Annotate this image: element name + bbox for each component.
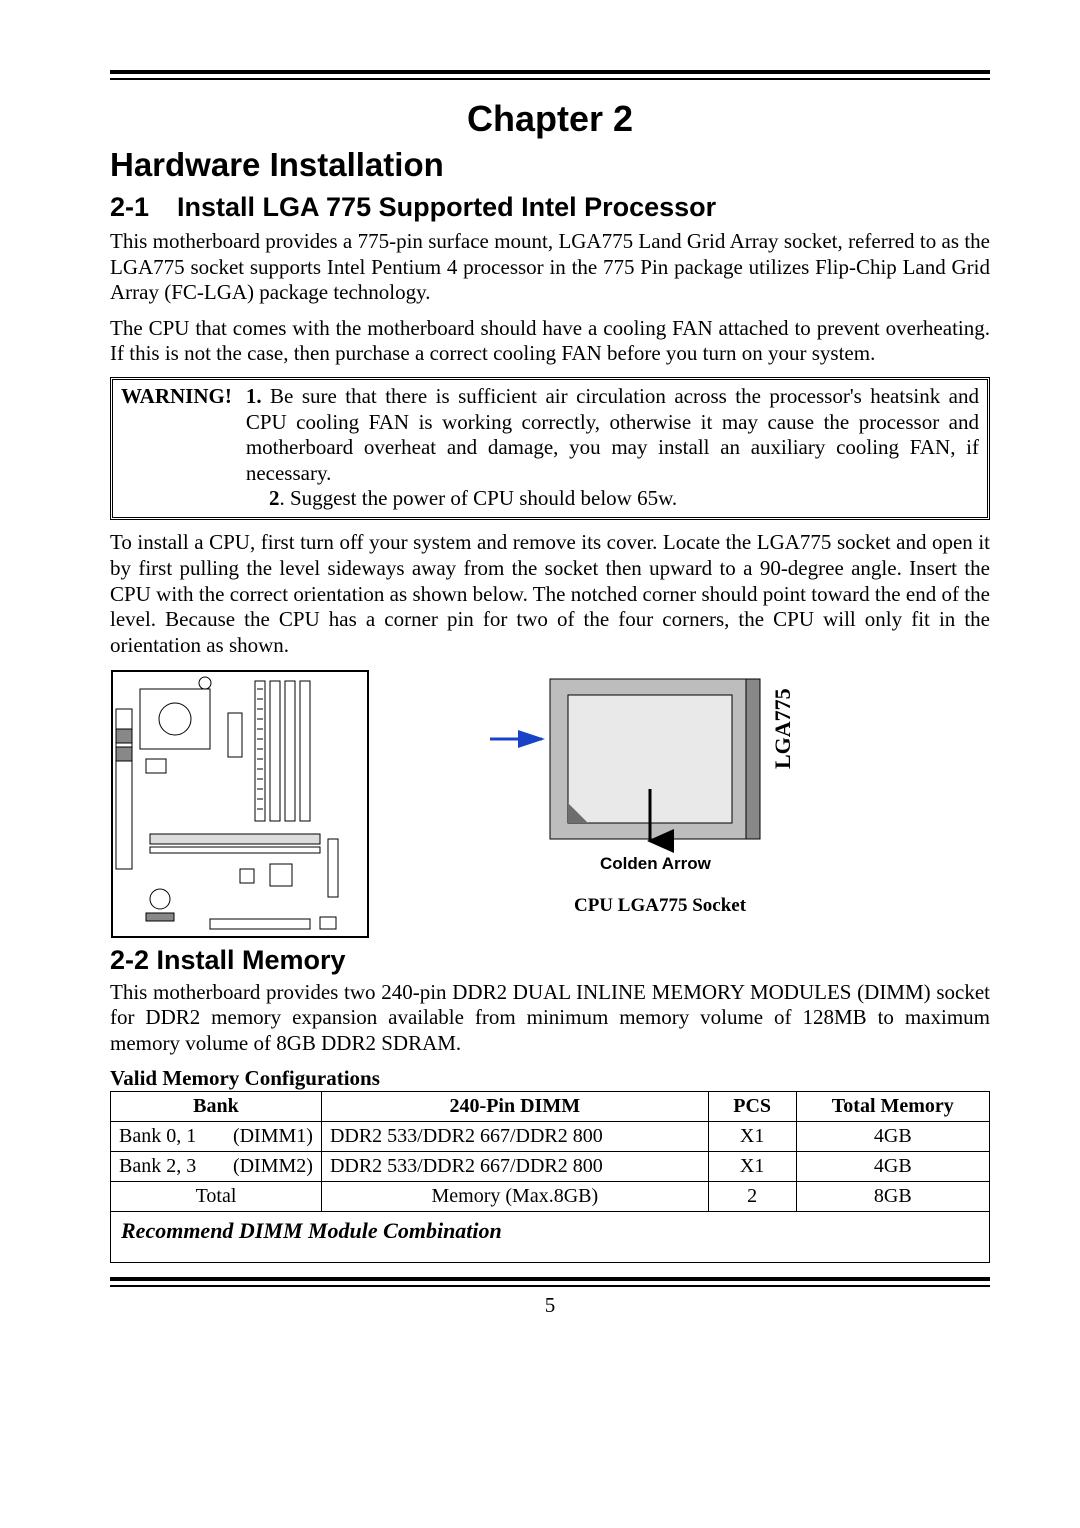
colden-arrow-label: Colden Arrow — [600, 854, 712, 873]
pcs-cell: 2 — [708, 1182, 796, 1212]
valid-memory-caption: Valid Memory Configurations — [110, 1066, 990, 1091]
paragraph-1: This motherboard provides a 775-pin surf… — [110, 229, 990, 306]
warning-item-2-prefix: 2 — [269, 486, 280, 510]
section-2-2-title: 2-2 Install Memory — [110, 945, 990, 976]
bank-right: (DIMM1) — [233, 1125, 313, 1148]
warning-item-1: Be sure that there is sufficient air cir… — [246, 384, 979, 485]
th-total: Total Memory — [796, 1092, 989, 1122]
hardware-installation-heading: Hardware Installation — [110, 146, 990, 184]
bank-left: Bank 2, 3 — [119, 1155, 196, 1178]
total-cell: 8GB — [796, 1182, 989, 1212]
paragraph-3: To install a CPU, first turn off your sy… — [110, 530, 990, 658]
table-row: Total Memory (Max.8GB) 2 8GB — [111, 1182, 990, 1212]
dimm-cell: DDR2 533/DDR2 667/DDR2 800 — [321, 1152, 708, 1182]
section-2-1-title: Install LGA 775 Supported Intel Processo… — [177, 192, 716, 223]
figure-row: LGA775 Colden Arrow CPU LGA775 Socket — [110, 669, 990, 939]
table-row: Bank 2, 3 (DIMM2) DDR2 533/DDR2 667/DDR2 … — [111, 1152, 990, 1182]
motherboard-diagram — [110, 669, 370, 939]
cpu-socket-caption: CPU LGA775 Socket — [490, 895, 830, 917]
warning-item-2: . Suggest the power of CPU should below … — [280, 486, 678, 510]
cpu-socket-diagram: LGA775 Colden Arrow CPU LGA775 Socket — [490, 669, 830, 917]
th-bank: Bank — [111, 1092, 322, 1122]
section-2-1-number: 2-1 — [110, 192, 149, 223]
warning-box: WARNING! 1. Be sure that there is suffic… — [110, 377, 990, 520]
bank-left: Total — [111, 1182, 322, 1212]
th-pcs: PCS — [708, 1092, 796, 1122]
paragraph-4: This motherboard provides two 240-pin DD… — [110, 980, 990, 1057]
chapter-title: Chapter 2 — [110, 98, 990, 140]
pcs-cell: X1 — [708, 1152, 796, 1182]
th-dimm: 240-Pin DIMM — [321, 1092, 708, 1122]
recommend-box: Recommend DIMM Module Combination — [110, 1212, 990, 1263]
paragraph-2: The CPU that comes with the motherboard … — [110, 316, 990, 367]
memory-table: Bank 240-Pin DIMM PCS Total Memory Bank … — [110, 1091, 990, 1212]
warning-label: WARNING! — [121, 384, 232, 486]
table-header-row: Bank 240-Pin DIMM PCS Total Memory — [111, 1092, 990, 1122]
bottom-rule — [110, 1277, 990, 1287]
warning-item-1-prefix: 1. — [246, 384, 262, 408]
top-rule — [110, 70, 990, 80]
bank-left: Bank 0, 1 — [119, 1125, 196, 1148]
total-cell: 4GB — [796, 1152, 989, 1182]
dimm-cell: Memory (Max.8GB) — [321, 1182, 708, 1212]
page-number: 5 — [110, 1293, 990, 1318]
bank-right: (DIMM2) — [233, 1155, 313, 1178]
dimm-cell: DDR2 533/DDR2 667/DDR2 800 — [321, 1122, 708, 1152]
pcs-cell: X1 — [708, 1122, 796, 1152]
lga775-label: LGA775 — [770, 688, 795, 769]
table-row: Bank 0, 1 (DIMM1) DDR2 533/DDR2 667/DDR2 … — [111, 1122, 990, 1152]
total-cell: 4GB — [796, 1122, 989, 1152]
